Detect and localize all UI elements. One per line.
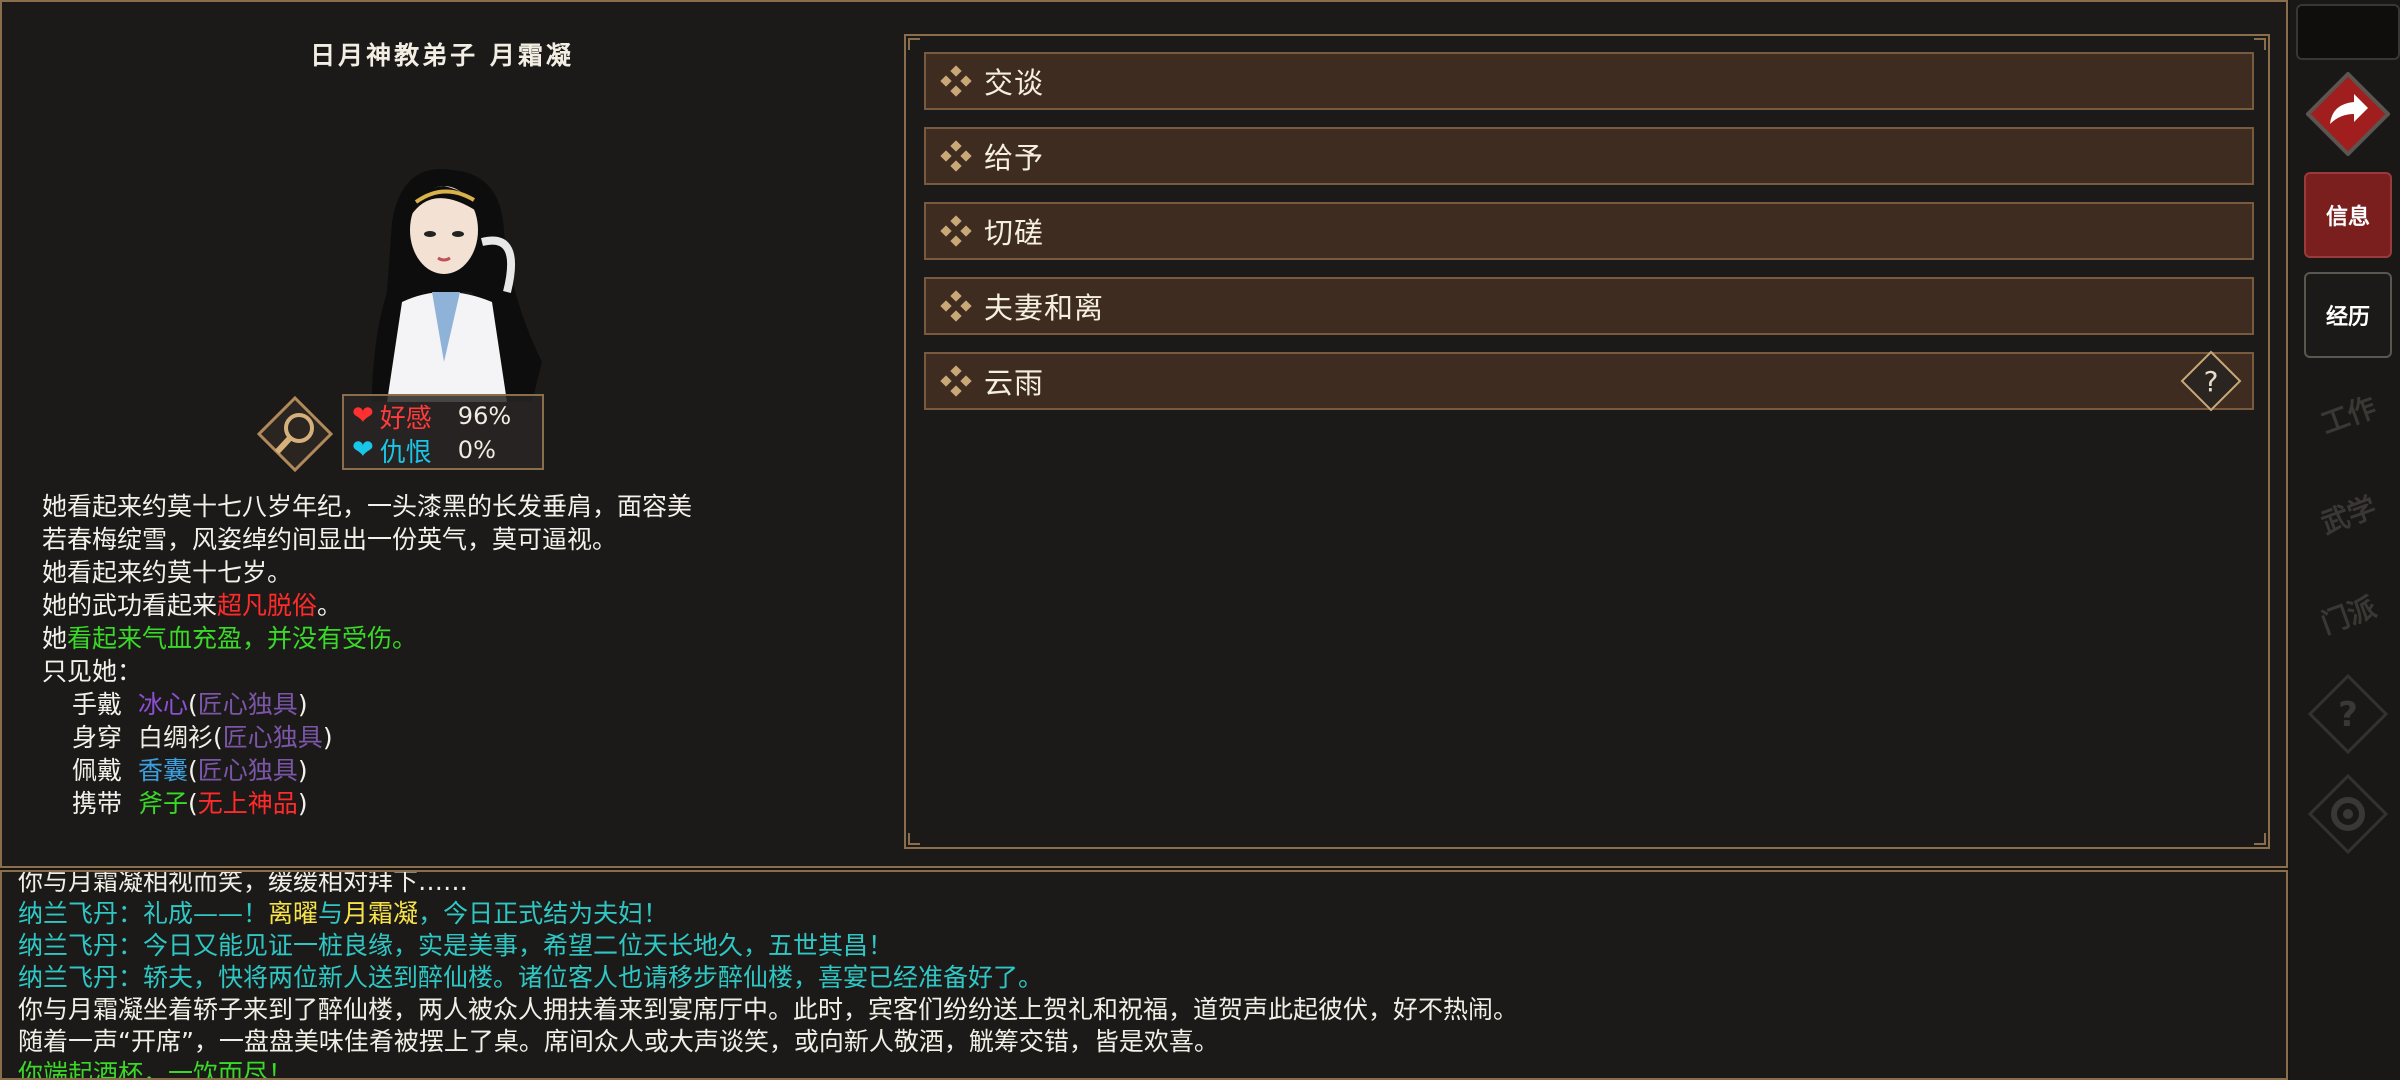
log-line: 随着一声“开席”，一盘盘美味佳肴被摆上了桌。席间众人或大声谈笑，或向新人敬酒，觥… <box>18 1027 1219 1056</box>
diamond-bullet-icon <box>940 290 972 322</box>
equip-quality: 匠心独具 <box>197 756 298 785</box>
work-label: 工作 <box>2316 390 2381 441</box>
sect-icon[interactable]: 门派 <box>2304 570 2392 658</box>
log-segment: 纳兰飞丹：礼成——！ <box>18 899 269 928</box>
heart-cyan-icon: ❤ <box>352 435 374 465</box>
tab-info[interactable]: 信息 <box>2304 172 2392 258</box>
equip-slot: 携带 <box>72 789 123 818</box>
gear-icon[interactable] <box>2304 770 2392 858</box>
equip-paren-close: ) <box>297 756 308 785</box>
log-segment: 与 <box>318 899 344 928</box>
desc-line-3: 她看起来约莫十七岁。 <box>42 558 293 587</box>
log-line: 纳兰飞丹：轿夫，快将两位新人送到醉仙楼。诸位客人也请移步醉仙楼，喜宴已经准备好了… <box>18 963 1044 992</box>
action-give-button[interactable]: 给予 <box>924 127 2254 185</box>
equip-row: 手戴 冰心(匠心独具) <box>42 688 842 721</box>
log-segment: ，今日正式结为夫妇！ <box>418 899 669 928</box>
character-panel: 日月神教弟子 月霜凝 ❤ 好感 96% ❤ 仇恨 0% 她看起来约莫十七八岁年纪… <box>0 0 2288 868</box>
hatred-label: 仇恨 <box>379 437 432 468</box>
actions-frame: 交谈 给予 切磋 夫妻和离 云雨 ? <box>904 34 2270 849</box>
equip-slot: 佩戴 <box>72 756 123 785</box>
log-line: 你端起酒杯，一饮而尽！ <box>18 1059 294 1080</box>
desc-line-2: 若春梅绽雪，风姿绰约间显出一份英气，莫可逼视。 <box>42 525 618 554</box>
gear-shape-icon <box>2307 773 2389 855</box>
svg-text:?: ? <box>2338 695 2358 735</box>
log-line: 纳兰飞丹：礼成——！离曜与月霜凝，今日正式结为夫妇！ <box>18 898 1518 930</box>
equip-quality: 匠心独具 <box>197 690 298 719</box>
action-label: 交谈 <box>984 66 1045 100</box>
npc-title: 日月神教弟子 月霜凝 <box>310 41 574 70</box>
action-label: 给予 <box>984 141 1045 175</box>
health-prefix: 她 <box>42 624 68 653</box>
action-label: 云雨 <box>984 366 1045 400</box>
desc-line-1: 她看起来约莫十七八岁年纪，一头漆黑的长发垂肩，面容美 <box>42 492 693 521</box>
log-line: 你与月霜凝相视而笑，缓缓相对拜下…… <box>18 870 469 896</box>
diamond-bullet-icon <box>940 140 972 172</box>
diamond-bullet-icon <box>940 65 972 97</box>
health-value: 看起来气血充盈，并没有受伤。 <box>67 624 418 653</box>
equip-paren-open: ( <box>213 723 223 752</box>
equip-quality: 无上神品 <box>197 789 298 818</box>
log-line: 你与月霜凝坐着轿子来到了醉仙楼，两人被众人拥扶着来到宴席厅中。此时，宾客们纷纷送… <box>18 995 1519 1024</box>
diamond-bullet-icon <box>940 215 972 247</box>
heart-red-icon: ❤ <box>352 401 374 431</box>
action-intimacy-button[interactable]: 云雨 ? <box>924 350 2254 412</box>
help-sidebar-icon[interactable]: ? <box>2304 670 2392 758</box>
martial-label: 武学 <box>2316 490 2381 541</box>
equip-paren-open: ( <box>188 756 198 785</box>
back-button-icon[interactable] <box>2306 72 2390 156</box>
equip-paren-close: ) <box>297 789 308 818</box>
desc-health: 她看起来气血充盈，并没有受伤。 <box>42 622 842 655</box>
equip-row: 携带 斧子(无上神品) <box>42 787 842 820</box>
hatred-value: 0% <box>457 436 496 464</box>
message-log[interactable]: 你与月霜凝相视而笑，缓缓相对拜下…… 纳兰飞丹：礼成——！离曜与月霜凝，今日正式… <box>0 870 2288 1080</box>
martial-icon[interactable]: 武学 <box>2304 470 2392 558</box>
action-label: 切磋 <box>984 216 1045 250</box>
equip-paren-open: ( <box>188 690 198 719</box>
favor-value: 96% <box>457 402 512 430</box>
equip-paren-close: ) <box>297 690 308 719</box>
equip-quality: 匠心独具 <box>222 723 323 752</box>
equip-slot: 身穿 <box>72 723 123 752</box>
martial-prefix: 她的武功看起来 <box>42 591 218 620</box>
equip-row: 身穿 白绸衫(匠心独具) <box>42 721 842 754</box>
equip-paren-open: ( <box>188 789 198 818</box>
martial-suffix: 。 <box>317 591 343 620</box>
log-lines: 你与月霜凝相视而笑，缓缓相对拜下…… 纳兰飞丹：礼成——！离曜与月霜凝，今日正式… <box>18 870 1519 1080</box>
inspect-magnifier-icon[interactable] <box>257 396 333 472</box>
equip-item[interactable]: 香囊 <box>138 756 188 785</box>
diamond-frame-icon: ? <box>2307 673 2389 755</box>
npc-portrait <box>372 169 542 402</box>
equip-item[interactable]: 斧子 <box>138 789 188 818</box>
log-player-name: 离曜 <box>268 899 319 928</box>
help-icon[interactable]: ? <box>2180 350 2242 412</box>
hatred-row: ❤ 仇恨 0% <box>352 434 496 468</box>
top-slot <box>2296 4 2400 60</box>
equip-header: 只见她： <box>42 657 143 686</box>
work-icon[interactable]: 工作 <box>2304 370 2392 458</box>
action-divorce-button[interactable]: 夫妻和离 <box>924 277 2254 335</box>
relationship-stats: ❤ 好感 96% ❤ 仇恨 0% <box>342 394 544 470</box>
svg-text:?: ? <box>2204 365 2219 398</box>
right-sidebar: 信息 经历 工作 武学 门派 ? <box>2290 0 2400 1080</box>
equip-slot: 手戴 <box>72 690 123 719</box>
favor-label: 好感 <box>379 403 432 434</box>
favor-row: ❤ 好感 96% <box>352 400 512 434</box>
martial-value: 超凡脱俗 <box>217 591 318 620</box>
action-spar-button[interactable]: 切磋 <box>924 202 2254 260</box>
log-npc-name: 月霜凝 <box>343 899 419 928</box>
log-line: 纳兰飞丹：今日又能见证一桩良缘，实是美事，希望二位天长地久，五世其昌！ <box>18 931 894 960</box>
tab-history[interactable]: 经历 <box>2304 272 2392 358</box>
equip-paren-close: ) <box>322 723 333 752</box>
equip-item[interactable]: 冰心 <box>138 690 188 719</box>
sect-label: 门派 <box>2316 590 2381 641</box>
npc-description: 她看起来约莫十七八岁年纪，一头漆黑的长发垂肩，面容美 若春梅绽雪，风姿绰约间显出… <box>42 490 842 820</box>
desc-martial: 她的武功看起来超凡脱俗。 <box>42 589 842 622</box>
equip-item[interactable]: 白绸衫 <box>138 723 213 752</box>
equip-row: 佩戴 香囊(匠心独具) <box>42 754 842 787</box>
action-talk-button[interactable]: 交谈 <box>924 52 2254 110</box>
diamond-bullet-icon <box>940 365 972 397</box>
action-label: 夫妻和离 <box>984 291 1105 325</box>
